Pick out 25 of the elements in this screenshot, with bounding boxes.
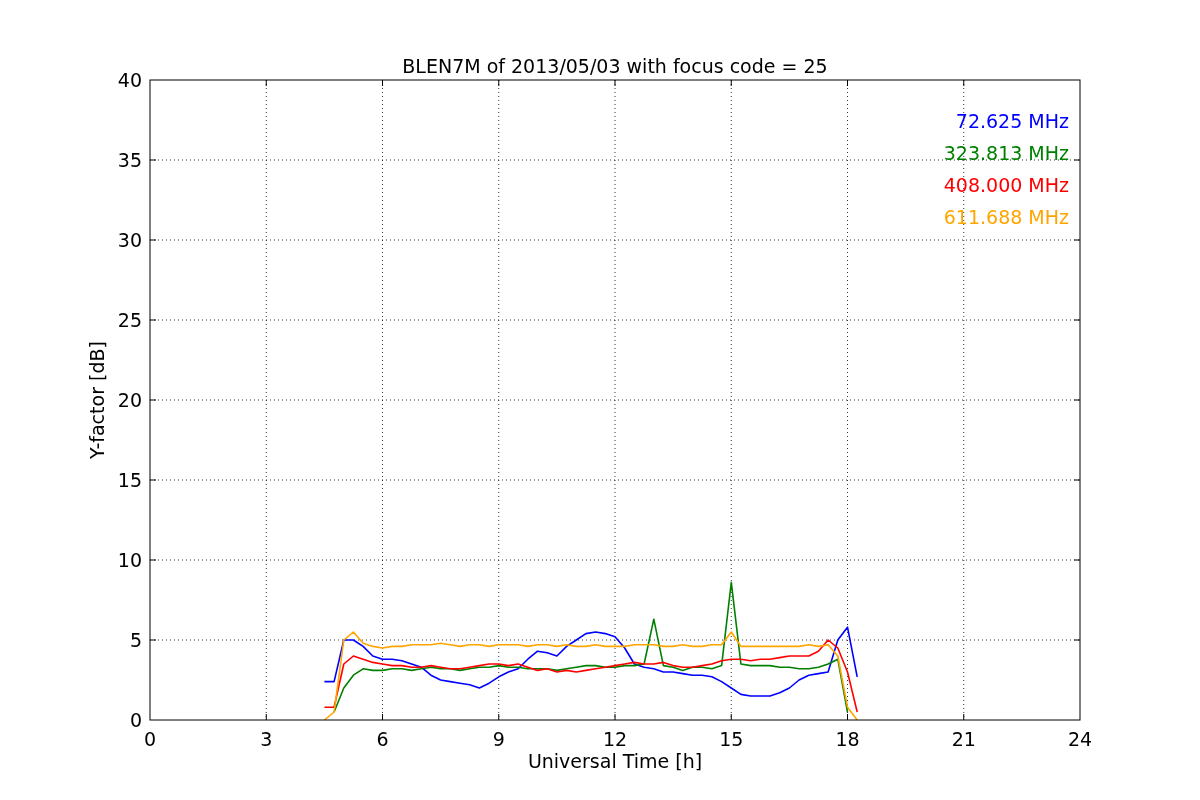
tick-label: 40: [117, 69, 142, 91]
legend-label: 323.813 MHz: [943, 142, 1069, 164]
tick-label: 0: [129, 709, 142, 731]
tick-label: 24: [1067, 728, 1093, 750]
tick-label: 0: [143, 728, 157, 750]
tick-label: 30: [117, 229, 142, 251]
tick-label: 9: [492, 728, 505, 750]
tick-label: 25: [117, 309, 142, 331]
tick-label: 12: [602, 728, 628, 750]
tick-label: 3: [260, 728, 273, 750]
legend-label: 611.688 MHz: [943, 206, 1069, 228]
tick-label: 15: [719, 728, 744, 750]
x-axis-title: Universal Time [h]: [527, 750, 703, 772]
tick-label: 5: [129, 629, 142, 651]
tick-label: 15: [117, 469, 142, 491]
tick-label: 18: [835, 728, 860, 750]
tick-label: 10: [117, 549, 142, 571]
legend-label: 408.000 MHz: [943, 174, 1069, 196]
y-axis-title: Y-factor [dB]: [86, 341, 108, 459]
legend-label: 72.625 MHz: [955, 110, 1069, 132]
tick-label: 20: [117, 389, 142, 411]
chart-title: BLEN7M of 2013/05/03 with focus code = 25: [402, 55, 828, 77]
tick-label: 6: [376, 728, 389, 750]
tick-label: 21: [951, 728, 976, 750]
tick-label: 35: [117, 149, 142, 171]
